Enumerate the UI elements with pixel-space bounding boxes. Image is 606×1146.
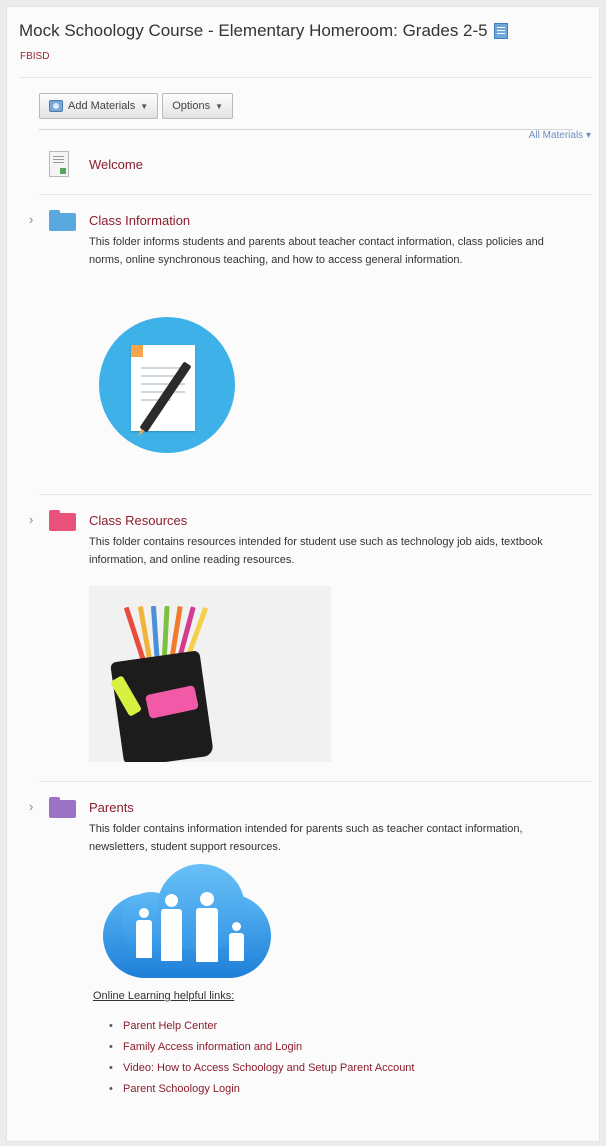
expand-chevron-icon[interactable]: ›	[29, 512, 33, 527]
material-row-class-resources: › Class Resources This folder contains r…	[29, 495, 593, 777]
paper-corner	[131, 345, 143, 357]
links-heading: Online Learning helpful links:	[93, 990, 235, 1002]
course-title: Mock Schoology Course - Elementary Homer…	[19, 21, 488, 40]
link-parent-help-center[interactable]: Parent Help Center	[109, 1016, 414, 1037]
item-description: This folder contains information intende…	[89, 823, 523, 853]
item-title-class-resources[interactable]: Class Resources	[89, 513, 187, 528]
link-family-access[interactable]: Family Access information and Login	[109, 1037, 414, 1058]
person-head	[139, 908, 149, 918]
folder-icon	[49, 510, 76, 531]
helpful-links-list: Parent Help Center Family Access informa…	[109, 1016, 414, 1100]
materials-panel: Add Materials ▼ Options ▼ All Materials …	[29, 87, 593, 1141]
add-materials-label: Add Materials	[68, 100, 136, 112]
all-materials-label: All Materials	[528, 130, 584, 141]
material-row-class-information: › Class Information This folder informs …	[29, 195, 593, 495]
link-video-setup-parent-account[interactable]: Video: How to Access Schoology and Setup…	[109, 1058, 414, 1079]
material-row-welcome[interactable]: Welcome	[29, 143, 593, 193]
link-parent-schoology-login[interactable]: Parent Schoology Login	[109, 1079, 414, 1100]
expand-chevron-icon[interactable]: ›	[29, 212, 33, 227]
options-label: Options	[172, 100, 211, 112]
page-title: Mock Schoology Course - Elementary Homer…	[19, 21, 508, 41]
person-head	[200, 892, 214, 906]
material-row-parents: › Parents This folder contains informati…	[29, 782, 593, 1142]
family-cloud-illustration	[103, 864, 271, 978]
item-description: This folder informs students and parents…	[89, 236, 544, 266]
add-materials-icon	[49, 100, 63, 112]
school-supplies-image	[89, 586, 331, 762]
person-figure	[196, 908, 218, 962]
options-button[interactable]: Options ▼	[162, 93, 234, 119]
toolbar-divider	[39, 129, 573, 130]
item-title-welcome[interactable]: Welcome	[89, 157, 143, 172]
chevron-down-icon: ▼	[140, 101, 149, 111]
course-info-icon[interactable]	[493, 23, 508, 39]
course-page: Mock Schoology Course - Elementary Homer…	[6, 6, 600, 1142]
folder-icon	[49, 210, 76, 231]
header-divider	[19, 77, 591, 78]
expand-chevron-icon[interactable]: ›	[29, 799, 33, 814]
all-materials-filter[interactable]: All Materials ▾	[529, 130, 591, 141]
person-head	[232, 922, 241, 931]
person-figure	[229, 933, 244, 961]
add-materials-button[interactable]: Add Materials ▼	[39, 93, 159, 119]
item-description: This folder contains resources intended …	[89, 536, 543, 566]
paper-icon	[131, 345, 195, 431]
person-figure	[161, 909, 182, 961]
person-head	[165, 894, 178, 907]
item-title-parents[interactable]: Parents	[89, 800, 134, 815]
course-org[interactable]: FBISD	[20, 51, 49, 62]
item-title-class-information[interactable]: Class Information	[89, 213, 190, 228]
materials-toolbar: Add Materials ▼ Options ▼	[39, 93, 234, 119]
document-icon	[49, 151, 69, 177]
chevron-down-icon: ▼	[215, 101, 224, 111]
person-figure	[136, 920, 152, 958]
contract-illustration	[99, 317, 235, 453]
folder-icon	[49, 797, 76, 818]
